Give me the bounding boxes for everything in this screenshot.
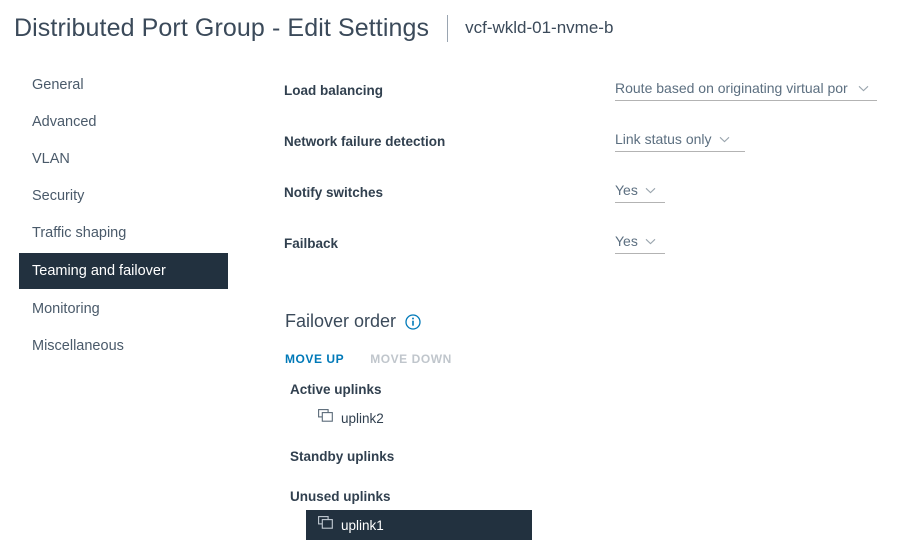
sidebar-item-teaming-and-failover[interactable]: Teaming and failover bbox=[19, 253, 228, 289]
failback-dropdown[interactable]: Yes bbox=[615, 233, 665, 254]
failover-order-section: Failover order MOVE UP MOVE DOWN Active … bbox=[285, 309, 845, 540]
active-uplinks-title: Active uplinks bbox=[285, 379, 845, 400]
load-balancing-dropdown[interactable]: Route based on originating virtual por bbox=[615, 80, 877, 101]
teaming-failover-form: Load balancing Route based on originatin… bbox=[284, 80, 884, 284]
title-separator bbox=[447, 15, 448, 42]
sidebar-item-advanced[interactable]: Advanced bbox=[0, 105, 250, 139]
network-failure-detection-label: Network failure detection bbox=[284, 134, 445, 149]
uplink-name: uplink2 bbox=[341, 411, 384, 426]
uplink-name: uplink1 bbox=[341, 518, 384, 533]
notify-switches-dropdown[interactable]: Yes bbox=[615, 182, 665, 203]
sidebar-item-traffic-shaping[interactable]: Traffic shaping bbox=[0, 216, 250, 250]
dialog-header: Distributed Port Group - Edit Settings v… bbox=[0, 0, 910, 56]
unused-uplinks-title: Unused uplinks bbox=[285, 486, 845, 507]
sidebar-item-miscellaneous[interactable]: Miscellaneous bbox=[0, 329, 250, 363]
chevron-down-icon bbox=[858, 85, 869, 92]
notify-switches-label: Notify switches bbox=[284, 185, 383, 200]
failover-order-header: Failover order bbox=[285, 309, 845, 333]
chevron-down-icon bbox=[645, 187, 656, 194]
standby-uplinks-title: Standby uplinks bbox=[285, 446, 845, 467]
load-balancing-label: Load balancing bbox=[284, 83, 383, 98]
uplink-group-active: Active uplinks uplink2 bbox=[285, 379, 845, 433]
chevron-down-icon bbox=[645, 238, 656, 245]
move-down-button: MOVE DOWN bbox=[370, 352, 452, 366]
move-up-button[interactable]: MOVE UP bbox=[285, 352, 344, 366]
failback-value: Yes bbox=[615, 233, 638, 249]
load-balancing-value: Route based on originating virtual por bbox=[615, 80, 851, 96]
sidebar-item-security[interactable]: Security bbox=[0, 179, 250, 213]
form-row-failback: Failback Yes bbox=[284, 233, 884, 284]
uplink-group-unused: Unused uplinks uplink1 bbox=[285, 486, 845, 540]
sidebar-item-vlan[interactable]: VLAN bbox=[0, 142, 250, 176]
edit-settings-dialog: Distributed Port Group - Edit Settings v… bbox=[0, 0, 910, 556]
uplink-row-uplink1[interactable]: uplink1 bbox=[306, 510, 532, 540]
page-title: Distributed Port Group - Edit Settings bbox=[14, 14, 429, 43]
notify-switches-value: Yes bbox=[615, 182, 638, 198]
network-failure-detection-value: Link status only bbox=[615, 131, 712, 147]
settings-sidebar: General Advanced VLAN Security Traffic s… bbox=[0, 68, 250, 366]
form-row-network-failure-detection: Network failure detection Link status on… bbox=[284, 131, 884, 182]
page-subtitle: vcf-wkld-01-nvme-b bbox=[465, 18, 613, 38]
move-buttons-bar: MOVE UP MOVE DOWN bbox=[285, 351, 845, 366]
form-row-notify-switches: Notify switches Yes bbox=[284, 182, 884, 233]
failback-label: Failback bbox=[284, 236, 338, 251]
sidebar-item-general[interactable]: General bbox=[0, 68, 250, 102]
nic-adapter-icon bbox=[318, 516, 333, 534]
nic-adapter-icon bbox=[318, 409, 333, 427]
standby-uplinks-empty bbox=[285, 467, 845, 473]
uplink-row-uplink2[interactable]: uplink2 bbox=[306, 403, 532, 433]
network-failure-detection-dropdown[interactable]: Link status only bbox=[615, 131, 745, 152]
failover-order-title: Failover order bbox=[285, 311, 396, 332]
sidebar-item-monitoring[interactable]: Monitoring bbox=[0, 292, 250, 326]
uplink-group-standby: Standby uplinks bbox=[285, 446, 845, 473]
chevron-down-icon bbox=[719, 136, 730, 143]
form-row-load-balancing: Load balancing Route based on originatin… bbox=[284, 80, 884, 131]
info-circle-icon[interactable] bbox=[405, 314, 421, 330]
